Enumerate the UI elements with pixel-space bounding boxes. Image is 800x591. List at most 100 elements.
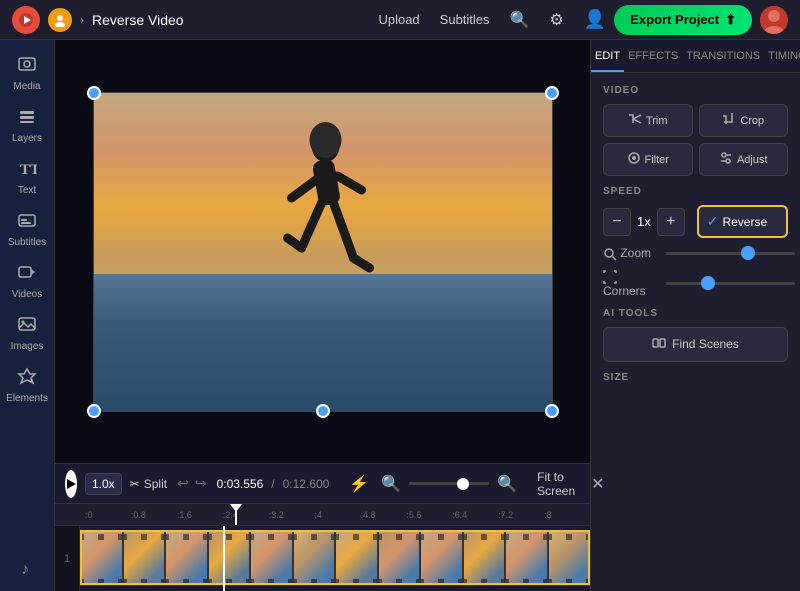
track-number: 1	[55, 526, 80, 591]
zoom-out-icon[interactable]: 🔍	[377, 470, 405, 498]
film-frame-2	[123, 531, 166, 586]
reverse-label: Reverse	[722, 215, 767, 229]
elements-icon	[17, 366, 37, 391]
crop-button[interactable]: Crop	[699, 104, 789, 137]
trim-button[interactable]: Trim	[603, 104, 693, 137]
speed-selector[interactable]: 1.0x	[85, 473, 122, 495]
filmstrip	[80, 531, 590, 586]
subtitles-button[interactable]: Subtitles	[440, 12, 490, 27]
fit-screen-button[interactable]: Fit to Screen	[529, 466, 583, 502]
timeline-controls: 1.0x ✂ Split ↩ ↪ 0:03.556 / 0:12.600 ⚡ 🔍	[55, 464, 590, 504]
video-canvas[interactable]	[55, 40, 590, 463]
text-icon: TT	[17, 158, 37, 183]
zoom-in-icon[interactable]: 🔍	[493, 470, 521, 498]
search-icon[interactable]: 🔍	[510, 10, 530, 30]
sidebar-item-media[interactable]: Media	[1, 48, 53, 98]
handle-top-left[interactable]	[87, 86, 101, 100]
video-section-label: VIDEO	[603, 85, 788, 96]
share-icon[interactable]: 👤	[584, 9, 606, 30]
timeline-close-button[interactable]: ✕	[591, 474, 604, 494]
sidebar-item-images[interactable]: Images	[1, 308, 53, 358]
speed-decrease-button[interactable]: −	[603, 208, 631, 236]
find-scenes-button[interactable]: Find Scenes	[603, 327, 788, 362]
user-avatar[interactable]	[760, 6, 788, 34]
check-icon: ✓	[707, 213, 719, 230]
scenes-icon	[652, 336, 666, 353]
video-preview	[93, 92, 553, 412]
corners-label: Corners	[603, 269, 658, 298]
zoom-slider[interactable]	[409, 482, 489, 485]
film-frame-1	[80, 531, 123, 586]
corners-slider[interactable]	[666, 282, 795, 285]
main-layout: Media Layers TT Text Subtitles Videos	[0, 40, 800, 591]
track-content[interactable]	[80, 526, 590, 591]
video-buttons-row2: Filter Adjust	[603, 143, 788, 176]
handle-bottom-center[interactable]	[316, 404, 330, 418]
video-water	[94, 267, 552, 410]
tab-effects[interactable]: EFFECTS	[624, 40, 682, 72]
film-frame-6	[293, 531, 336, 586]
film-frame-5	[250, 531, 293, 586]
settings-icon[interactable]: ⚙	[549, 10, 563, 30]
zoom-label: Zoom	[603, 246, 658, 261]
undo-button[interactable]: ↩	[175, 473, 191, 494]
zoom-panel-slider[interactable]	[666, 252, 795, 255]
film-frame-7	[335, 531, 378, 586]
speed-section: SPEED − 1x + ✓ Reverse	[603, 186, 788, 238]
topbar: › Reverse Video Upload Subtitles 🔍 ⚙ 👤 E…	[0, 0, 800, 40]
video-frame	[94, 93, 552, 411]
right-panel: EDIT EFFECTS TRANSITIONS TIMING VIDEO	[590, 40, 800, 591]
ruler-marks: :0 :0.8 :1.6 :2.4 :3.2 :4 :4.8 :5.6 :6.4…	[85, 510, 590, 520]
ruler-mark-10: :8	[544, 510, 590, 520]
film-frame-11	[505, 531, 548, 586]
film-frame-9	[420, 531, 463, 586]
sidebar-item-videos[interactable]: Videos	[1, 256, 53, 306]
zoom-controls: ⚡ 🔍 🔍	[345, 470, 521, 498]
music-note-icon: ♪	[21, 561, 29, 578]
speed-controls: − 1x + ✓ Reverse	[603, 205, 788, 238]
sidebar-item-layers[interactable]: Layers	[1, 100, 53, 150]
play-button[interactable]	[65, 470, 77, 498]
tab-timing[interactable]: TIMING	[764, 40, 800, 72]
reverse-button[interactable]: ✓ Reverse	[697, 205, 788, 238]
sidebar-item-media-label: Media	[13, 81, 40, 92]
timeline-tracks[interactable]: 1	[55, 526, 590, 591]
ruler-mark-1: :0.8	[131, 510, 177, 520]
ruler-mark-6: :4.8	[360, 510, 406, 520]
video-area: 1.0x ✂ Split ↩ ↪ 0:03.556 / 0:12.600 ⚡ 🔍	[55, 40, 590, 591]
handle-top-right[interactable]	[545, 86, 559, 100]
ruler-mark-2: :1.6	[177, 510, 223, 520]
sidebar-item-subtitles[interactable]: Subtitles	[1, 204, 53, 254]
adjust-button[interactable]: Adjust	[699, 143, 789, 176]
film-frame-12	[548, 531, 591, 586]
handle-bottom-right[interactable]	[545, 404, 559, 418]
sidebar-item-text[interactable]: TT Text	[1, 152, 53, 202]
export-icon: ⬆	[725, 12, 736, 28]
crop-icon	[722, 112, 736, 129]
handle-bottom-left[interactable]	[87, 404, 101, 418]
sidebar-item-elements[interactable]: Elements	[1, 360, 53, 410]
playhead-track	[223, 526, 225, 591]
size-section: SIZE	[603, 372, 788, 383]
split-button[interactable]: ✂ Split	[130, 477, 167, 491]
tab-transitions[interactable]: TRANSITIONS	[682, 40, 764, 72]
film-frame-4	[208, 531, 251, 586]
svg-text:TT: TT	[20, 162, 37, 178]
upload-button[interactable]: Upload	[378, 12, 419, 27]
sidebar-item-subtitles-label: Subtitles	[8, 237, 46, 248]
speed-section-label: SPEED	[603, 186, 788, 197]
trim-icon	[628, 112, 642, 129]
sidebar-item-videos-label: Videos	[12, 289, 42, 300]
redo-button[interactable]: ↪	[193, 473, 209, 494]
split-audio-icon[interactable]: ⚡	[345, 470, 373, 498]
speed-value: 1x	[637, 214, 651, 229]
sidebar-item-layers-label: Layers	[12, 133, 42, 144]
tab-edit[interactable]: EDIT	[591, 40, 624, 72]
export-button[interactable]: Export Project ⬆	[614, 5, 752, 35]
filter-button[interactable]: Filter	[603, 143, 693, 176]
timeline-ruler: :0 :0.8 :1.6 :2.4 :3.2 :4 :4.8 :5.6 :6.4…	[55, 504, 590, 526]
videos-icon	[17, 262, 37, 287]
ruler-mark-0: :0	[85, 510, 131, 520]
export-label: Export Project	[630, 12, 719, 27]
speed-increase-button[interactable]: +	[657, 208, 685, 236]
